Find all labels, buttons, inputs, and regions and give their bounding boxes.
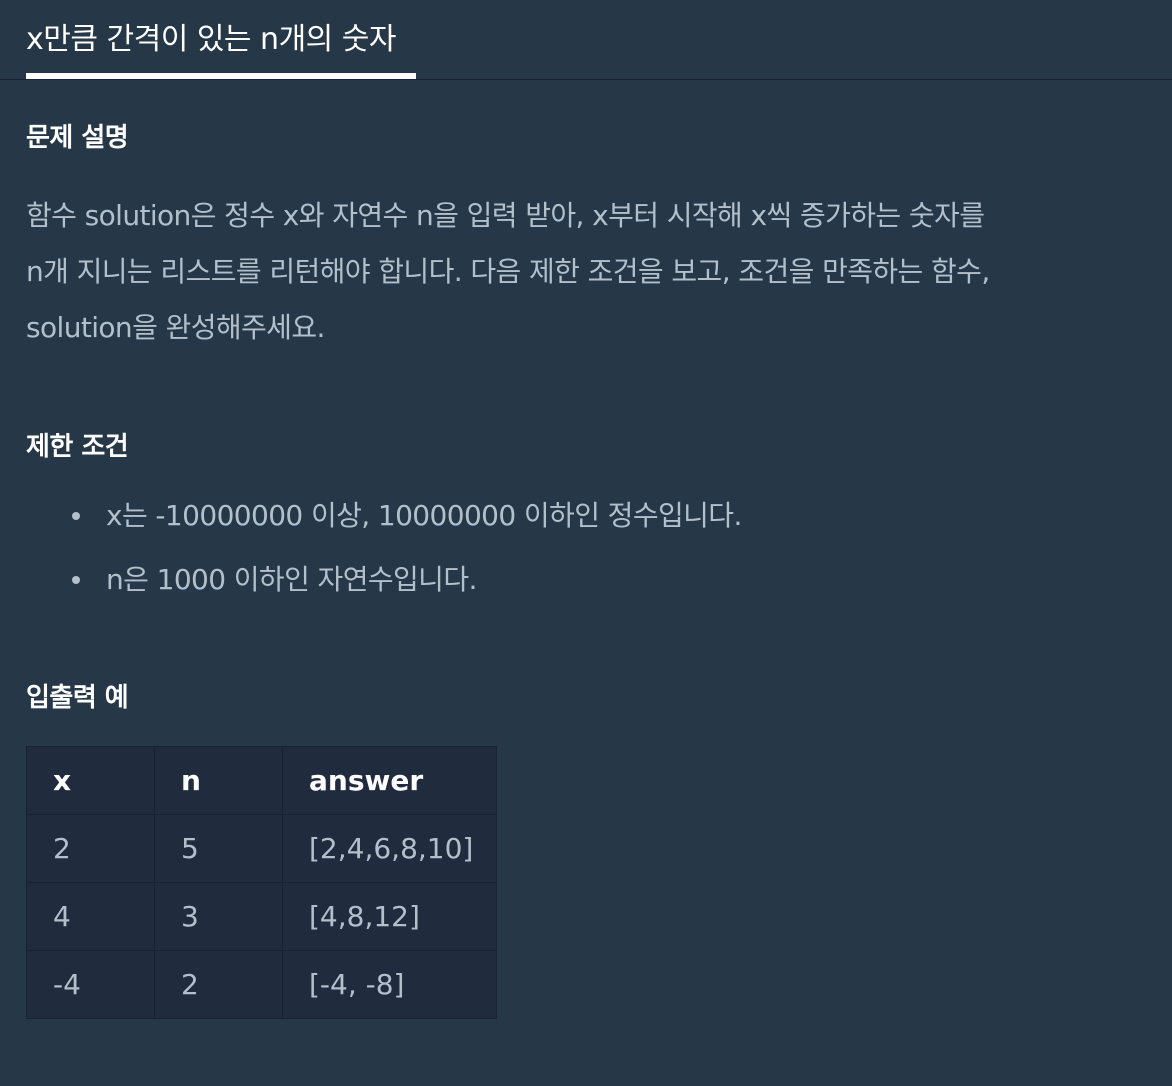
limit-text: x는 -10000000 이상, 10000000 이하인 정수입니다. [106,499,742,532]
description-heading: 문제 설명 [26,123,129,153]
table-cell: 2 [26,814,155,883]
description-line: 함수 solution은 정수 x와 자연수 n을 입력 받아, x부터 시작해… [26,199,985,232]
tab-problem-title[interactable]: x만큼 간격이 있는 n개의 숫자 [26,0,416,80]
table-header-row: x n answer [26,746,497,815]
active-tab-indicator [26,73,416,79]
problem-page: x만큼 간격이 있는 n개의 숫자 문제 설명 함수 solution은 정수 … [0,0,1172,1086]
tab-label: x만큼 간격이 있는 n개의 숫자 [26,22,397,57]
bullet-icon [72,512,80,520]
table-cell: 3 [154,882,283,951]
table-row: -4 2 [-4, -8] [26,950,497,1019]
table-cell: [2,4,6,8,10] [282,814,497,883]
description-text: 함수 solution은 정수 x와 자연수 n을 입력 받아, x부터 시작해… [26,188,1146,356]
table-row: 4 3 [4,8,12] [26,882,497,951]
table-cell: -4 [26,950,155,1019]
column-header-answer: answer [282,746,497,815]
limit-item: x는 -10000000 이상, 10000000 이하인 정수입니다. [26,488,742,552]
tab-bar: x만큼 간격이 있는 n개의 숫자 [0,0,1172,80]
table-cell: 4 [26,882,155,951]
limits-list: x는 -10000000 이상, 10000000 이하인 정수입니다. n은 … [26,488,742,616]
table-cell: 2 [154,950,283,1019]
limits-heading: 제한 조건 [26,432,129,462]
limit-item: n은 1000 이하인 자연수입니다. [26,552,742,616]
examples-heading: 입출력 예 [26,683,129,713]
table-row: 2 5 [2,4,6,8,10] [26,814,497,883]
table-cell: [4,8,12] [282,882,497,951]
limit-text: n은 1000 이하인 자연수입니다. [106,563,477,596]
description-line: solution을 완성해주세요. [26,311,325,344]
table-cell: [-4, -8] [282,950,497,1019]
description-line: n개 지니는 리스트를 리턴해야 합니다. 다음 제한 조건을 보고, 조건을 … [26,255,990,288]
table-cell: 5 [154,814,283,883]
examples-table: x n answer 2 5 [2,4,6,8,10] 4 3 [4,8,12]… [26,746,497,1019]
column-header-x: x [26,746,155,815]
bullet-icon [72,576,80,584]
column-header-n: n [154,746,283,815]
